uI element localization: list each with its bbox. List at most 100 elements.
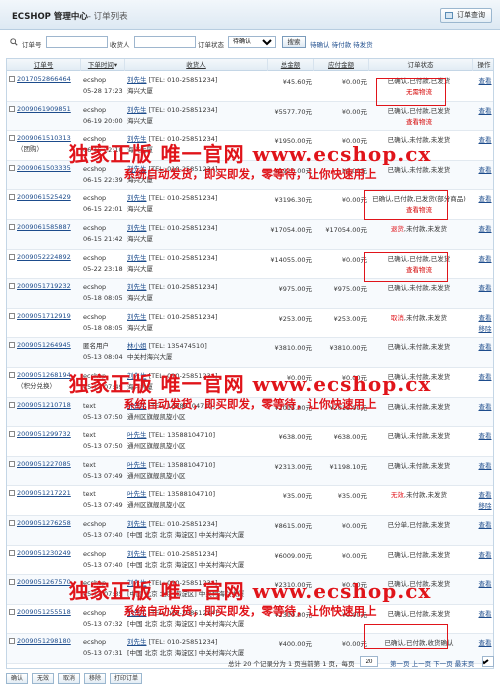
row-checkbox[interactable] <box>9 283 15 290</box>
consignee-link[interactable]: 刘先生 <box>127 520 147 528</box>
row-checkbox[interactable] <box>9 372 15 378</box>
row-action-link[interactable]: 查看 <box>475 431 493 442</box>
order-sn-link[interactable]: 2009051264945 <box>17 341 71 349</box>
col-order-sn[interactable]: 订单号 <box>7 59 81 71</box>
row-action-link[interactable]: 查看 <box>475 283 493 294</box>
row-action-link[interactable]: 查看 <box>475 106 493 117</box>
row-checkbox[interactable] <box>9 135 15 142</box>
row-checkbox[interactable] <box>9 401 15 408</box>
quick-status-links[interactable]: 待确认 待付款 待发货 <box>310 39 373 49</box>
row-checkbox[interactable] <box>9 608 15 615</box>
confirm-button[interactable]: 确认 <box>6 673 28 684</box>
consignee-link[interactable]: 刘先生 <box>127 550 147 558</box>
consignee-link[interactable]: 刘先生 <box>127 165 147 173</box>
row-checkbox[interactable] <box>9 460 15 467</box>
consignee-link[interactable]: 叶先生 <box>127 461 147 469</box>
order-sn-link[interactable]: 2009051712919 <box>17 312 71 320</box>
row-checkbox[interactable] <box>9 342 15 349</box>
row-action-link[interactable]: 查看 <box>475 372 493 383</box>
order-query-button[interactable]: 订单查询 <box>440 8 492 23</box>
consignee-link[interactable]: 刘先生 <box>127 283 147 291</box>
col-order-time[interactable]: 下单时间▾ <box>81 59 125 71</box>
order-sn-link[interactable]: 2009051299732 <box>17 430 71 438</box>
order-sn-link[interactable]: 2009051298180 <box>17 637 71 645</box>
consignee-link[interactable]: 刘先生 <box>127 194 147 202</box>
invalid-button[interactable]: 无效 <box>32 673 54 684</box>
consignee-link[interactable]: 刘先生 <box>127 254 147 262</box>
per-page-input[interactable] <box>360 656 378 667</box>
col-total[interactable]: 总金额 <box>268 59 314 71</box>
order-sn-link[interactable]: 2009061503335 <box>17 164 71 172</box>
row-action-link[interactable]: 查看 <box>475 342 493 353</box>
consignee-link[interactable]: 刘先生 <box>127 106 147 114</box>
row-action-link[interactable]: 查看 <box>475 402 493 413</box>
row-action-link[interactable]: 查看 <box>475 609 493 620</box>
consignee-link[interactable]: 刘先生 <box>127 372 147 380</box>
row-checkbox[interactable] <box>9 164 15 171</box>
col-payable[interactable]: 应付金额 <box>314 59 369 71</box>
row-action-link[interactable]: 移除 <box>475 501 493 511</box>
row-checkbox[interactable] <box>9 253 15 260</box>
row-action-link[interactable]: 查看 <box>475 76 493 87</box>
order-sn-link[interactable]: 2009051719232 <box>17 282 71 290</box>
consignee-link[interactable]: 刘先生 <box>127 135 147 143</box>
order-sn-link[interactable]: 2009051230249 <box>17 549 71 557</box>
order-status-select[interactable]: 待确认 <box>228 36 276 48</box>
row-checkbox[interactable] <box>9 490 15 497</box>
row-checkbox[interactable] <box>9 431 15 438</box>
status-note[interactable]: 查看物流 <box>369 117 469 127</box>
consignee-link[interactable]: 刘先生 <box>127 313 147 321</box>
row-action-link[interactable]: 查看 <box>475 520 493 531</box>
col-consignee[interactable]: 收货人 <box>125 59 268 71</box>
consignee-link[interactable]: 刘先生 <box>127 76 147 84</box>
order-sn-link[interactable]: 2009051210718 <box>17 401 71 409</box>
consignee-input[interactable] <box>134 36 196 48</box>
order-sn-link[interactable]: 2009051268194 <box>17 371 71 379</box>
consignee-link[interactable]: 叶先生 <box>127 490 147 498</box>
row-checkbox[interactable] <box>9 76 15 82</box>
search-button[interactable]: 搜索 <box>282 36 306 48</box>
consignee-link[interactable]: 叶先生 <box>127 402 147 410</box>
order-sn-link[interactable]: 2017052866464 <box>17 75 71 83</box>
row-action-link[interactable]: 查看 <box>475 135 493 146</box>
row-action-link[interactable]: 查看 <box>475 490 493 501</box>
order-sn-link[interactable]: 2009051255518 <box>17 608 71 616</box>
row-action-link[interactable]: 查看 <box>475 313 493 324</box>
order-sn-link[interactable]: 2009051217221 <box>17 489 71 497</box>
row-action-link[interactable]: 查看 <box>475 638 493 649</box>
row-checkbox[interactable] <box>9 105 15 112</box>
row-action-link[interactable]: 查看 <box>475 224 493 235</box>
row-action-link[interactable]: 查看 <box>475 194 493 205</box>
consignee-link[interactable]: 刘先生 <box>127 609 147 617</box>
order-sn-link[interactable]: 2009061909851 <box>17 105 71 113</box>
remove-button[interactable]: 移除 <box>84 673 106 684</box>
order-sn-link[interactable]: 2009051227085 <box>17 460 71 468</box>
row-action-link[interactable]: 查看 <box>475 461 493 472</box>
page-select[interactable]: 1 <box>482 656 494 667</box>
consignee-link[interactable]: 刘先生 <box>127 224 147 232</box>
order-sn-link[interactable]: 2009061585887 <box>17 223 71 231</box>
row-checkbox[interactable] <box>9 520 15 526</box>
order-sn-input[interactable] <box>46 36 108 48</box>
order-sn-link[interactable]: 2009051267570 <box>17 578 71 586</box>
row-action-link[interactable]: 查看 <box>475 579 493 590</box>
cancel-button[interactable]: 取消 <box>58 673 80 684</box>
row-action-link[interactable]: 查看 <box>475 550 493 561</box>
row-action-link[interactable]: 查看 <box>475 165 493 176</box>
row-action-link[interactable]: 移除 <box>475 324 493 334</box>
row-checkbox[interactable] <box>9 312 15 319</box>
order-sn-link[interactable]: 2009052224892 <box>17 253 71 261</box>
consignee-link[interactable]: 刘先生 <box>127 638 147 646</box>
print-button[interactable]: 打印订单 <box>110 673 142 684</box>
pager-links[interactable]: 第一页 上一页 下一页 最末页 <box>390 658 474 668</box>
order-sn-link[interactable]: 2009061525429 <box>17 193 71 201</box>
row-checkbox[interactable] <box>9 579 15 586</box>
row-checkbox[interactable] <box>9 194 15 201</box>
row-checkbox[interactable] <box>9 224 15 230</box>
consignee-link[interactable]: 刘先生 <box>127 579 147 587</box>
row-checkbox[interactable] <box>9 638 15 645</box>
row-action-link[interactable]: 查看 <box>475 254 493 265</box>
consignee-link[interactable]: 林小姐 <box>127 342 147 350</box>
row-checkbox[interactable] <box>9 549 15 556</box>
order-sn-link[interactable]: 2009051276258 <box>17 519 71 527</box>
